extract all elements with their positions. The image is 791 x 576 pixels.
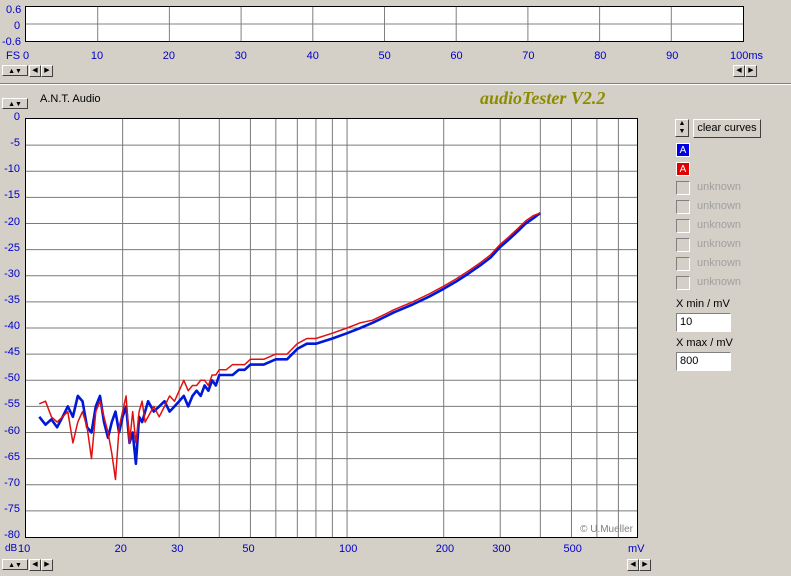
y-tick-label: -5: [10, 137, 20, 150]
bottom-scroll-left-right[interactable]: ◀: [627, 559, 639, 571]
main-chart: © U.Mueller: [25, 118, 638, 538]
top-y-tick-1: 0: [14, 20, 21, 32]
y-unit-label: dB: [5, 543, 18, 554]
series-red-line: [39, 212, 541, 481]
y-tick-label: -50: [4, 372, 20, 385]
x-unit-label: mV: [628, 543, 645, 555]
clear-curves-button[interactable]: clear curves: [693, 119, 761, 138]
channel-a-blue[interactable]: A: [676, 143, 690, 157]
unknown-check-6[interactable]: [676, 276, 690, 290]
y-tick-label: -70: [4, 476, 20, 489]
x-tick-label: 50: [242, 543, 255, 555]
top-scope-plot: [25, 6, 744, 42]
x-tick-label: 200: [435, 543, 455, 555]
x-tick-label: 30: [171, 543, 184, 555]
top-x-tick-label: 90: [666, 50, 679, 62]
top-x-tick-label: 20: [162, 50, 176, 62]
bottom-spinner[interactable]: ▲▼: [2, 559, 28, 570]
top-x-tick-label: 40: [306, 50, 319, 62]
y-tick-label: -35: [4, 293, 20, 306]
bottom-scroll-left[interactable]: ◀: [29, 559, 41, 571]
top-scroll-right[interactable]: ▶: [41, 65, 53, 77]
top-scroll-left[interactable]: ◀: [29, 65, 41, 77]
top-scope-grid: [26, 7, 743, 41]
y-tick-label: -20: [4, 215, 20, 228]
curves-spinner[interactable]: ▲ ▼: [675, 119, 689, 137]
unknown-check-1[interactable]: [676, 181, 690, 195]
top-x-tick-label: 70: [522, 50, 535, 62]
y-tick-label: -60: [4, 424, 20, 437]
y-tick-label: -25: [4, 241, 20, 254]
y-tick-label: -65: [4, 450, 20, 463]
app-title: audioTester V2.2: [480, 88, 606, 108]
brand-label: A.N.T. Audio: [40, 93, 101, 105]
y-tick-label: -75: [4, 502, 20, 515]
top-x-tick-label: 80: [594, 50, 607, 62]
top-x-tick-label: 60: [450, 50, 463, 62]
bottom-scroll-right-right[interactable]: ▶: [639, 559, 651, 571]
unknown-label-2: unknown: [697, 200, 742, 212]
channel-a-red[interactable]: A: [676, 162, 690, 176]
top-x-tick-label: 0: [23, 50, 30, 62]
panel-separator-light: [0, 84, 791, 85]
top-scroll-left-right[interactable]: ◀: [733, 65, 745, 77]
unknown-check-4[interactable]: [676, 238, 690, 252]
copyright-label: © U.Mueller: [580, 524, 633, 535]
y-tick-label: -10: [4, 163, 20, 176]
top-x-unit-label: FS: [6, 50, 21, 62]
top-y-tick-0: 0.6: [6, 4, 22, 16]
top-x-tick-label: 50: [378, 50, 391, 62]
xmax-input[interactable]: 800: [676, 352, 731, 371]
bottom-scroll-right[interactable]: ▶: [41, 559, 53, 571]
y-tick-label: -80: [4, 529, 20, 541]
unknown-label-6: unknown: [697, 276, 742, 288]
y-tick-label: -55: [4, 398, 20, 411]
top-scroll-right-right[interactable]: ▶: [745, 65, 757, 77]
unknown-label-1: unknown: [697, 181, 742, 193]
y-tick-label: -40: [4, 320, 20, 332]
top-y-tick-2: -0.6: [2, 36, 21, 48]
xmax-label: X max / mV: [676, 337, 733, 349]
xmin-input[interactable]: 10: [676, 313, 731, 332]
top-y-spinner[interactable]: ▲▼: [2, 65, 28, 76]
x-tick-label: 10: [18, 543, 31, 555]
x-tick-label: 500: [563, 543, 582, 555]
unknown-label-4: unknown: [697, 238, 742, 250]
y-tick-label: -45: [4, 346, 20, 359]
y-tick-label: -30: [4, 267, 20, 280]
y-tick-label: -15: [4, 189, 20, 202]
y-tick-label: 0: [13, 111, 20, 123]
unknown-check-2[interactable]: [676, 200, 690, 214]
top-x-tick-label: 10: [90, 50, 104, 62]
series-blue-line: [38, 211, 542, 466]
unknown-check-3[interactable]: [676, 219, 690, 233]
unknown-check-5[interactable]: [676, 257, 690, 271]
main-y-spinner[interactable]: ▲▼: [2, 98, 28, 109]
unknown-label-5: unknown: [697, 257, 742, 269]
unknown-label-3: unknown: [697, 219, 742, 231]
x-tick-label: 300: [492, 543, 511, 555]
chart-svg: [26, 119, 637, 537]
x-tick-label: 100: [339, 543, 358, 555]
x-tick-label: 20: [114, 543, 127, 555]
top-x-tick-label: 30: [234, 50, 247, 62]
top-x-tick-label: 100ms: [730, 50, 764, 62]
xmin-label: X min / mV: [676, 298, 730, 310]
